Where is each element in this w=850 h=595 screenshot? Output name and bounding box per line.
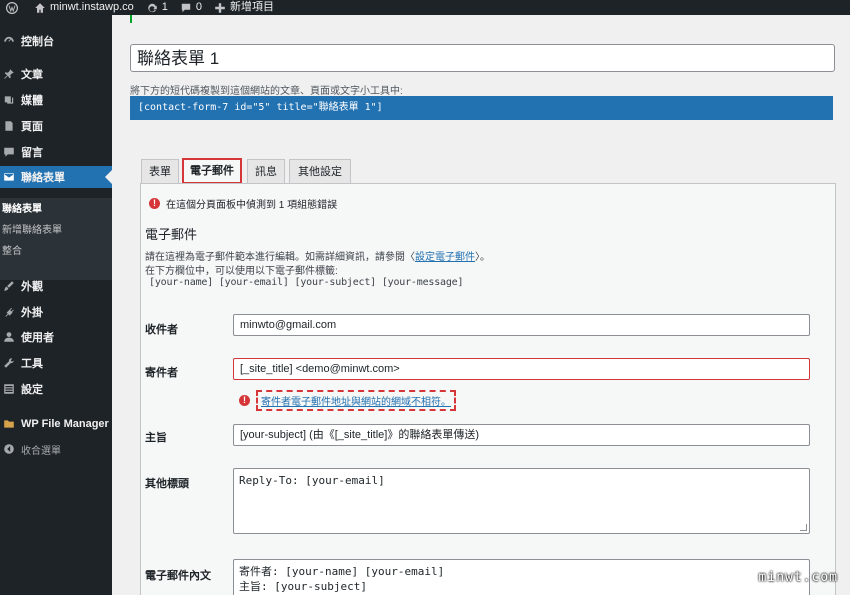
mail-panel: ! 在這個分頁面板中偵測到 1 項組態錯誤 電子郵件 請在這裡為電子郵件範本進行… — [140, 183, 836, 595]
plus-icon — [215, 2, 225, 13]
new-content-link[interactable]: 新增項目 — [208, 0, 280, 15]
body-line: 寄件者: [your-name] [your-email] — [239, 565, 445, 578]
sidebar-item-label: 收合選單 — [21, 445, 61, 457]
resize-handle[interactable] — [800, 524, 807, 531]
tab-form[interactable]: 表單 — [141, 159, 179, 184]
sidebar-item-posts[interactable]: 文章 — [0, 63, 112, 85]
brush-icon — [4, 281, 14, 291]
sidebar-item-label: 文章 — [21, 69, 43, 81]
shortcode-field[interactable]: [contact-form-7 id="5" title="聯絡表單 1"] — [130, 96, 833, 120]
sidebar-item-dashboard[interactable]: 控制台 — [0, 30, 112, 52]
from-error-text[interactable]: 寄件者電子郵件地址與網站的網域不相符。 — [261, 397, 451, 408]
sidebar-item-label: 設定 — [21, 384, 43, 396]
sidebar-item-plugins[interactable]: 外掛 — [0, 301, 112, 323]
sidebar-item-label: 控制台 — [21, 36, 54, 48]
sidebar-item-pages[interactable]: 頁面 — [0, 115, 112, 137]
user-icon — [4, 332, 14, 342]
new-label: 新增項目 — [230, 1, 275, 13]
from-field[interactable]: [_site_title] <demo@minwt.com> — [233, 358, 810, 380]
media-icon — [4, 96, 14, 104]
sidebar-item-label: 媒體 — [21, 95, 43, 107]
mail-icon — [4, 173, 14, 181]
updates-count: 1 — [161, 1, 168, 13]
settings-icon — [4, 384, 14, 394]
headers-text: Reply-To: [your-email] — [239, 474, 385, 487]
plugin-icon — [5, 306, 14, 317]
sidebar-item-label: 使用者 — [21, 332, 54, 344]
sidebar-item-users[interactable]: 使用者 — [0, 326, 112, 348]
body-textarea[interactable]: 寄件者: [your-name] [your-email] 主旨: [your-… — [233, 559, 810, 595]
mail-tags: [your-name] [your-email] [your-subject] … — [149, 277, 464, 288]
submenu-item-integration[interactable]: 整合 — [2, 242, 22, 257]
sidebar-item-media[interactable]: 媒體 — [0, 89, 112, 111]
collapse-icon — [4, 444, 14, 454]
body-label: 電子郵件內文 — [145, 570, 211, 582]
collapse-menu-button[interactable]: 收合選單 — [0, 438, 112, 460]
wp-logo-button[interactable] — [0, 0, 28, 15]
setup-mail-link[interactable]: 設定電子郵件 — [415, 252, 475, 263]
updates-link[interactable]: 1 — [140, 0, 174, 15]
pin-icon — [4, 69, 14, 79]
sidebar-item-label: WP File Manager — [21, 418, 109, 430]
sidebar-item-label: 外觀 — [21, 281, 43, 293]
error-icon: ! — [149, 198, 160, 209]
subject-field[interactable]: [your-subject] (由《[_site_title]》的聯絡表單傳送) — [233, 424, 810, 446]
contact-submenu: 聯絡表單 新增聯絡表單 整合 — [0, 198, 112, 280]
from-label: 寄件者 — [145, 367, 178, 379]
from-error-highlight: 寄件者電子郵件地址與網站的網域不相符。 — [256, 390, 456, 411]
site-name: minwt.instawp.co — [50, 1, 134, 13]
folder-icon — [4, 420, 14, 428]
comment-icon — [4, 147, 14, 157]
submenu-item-forms[interactable]: 聯絡表單 — [2, 200, 42, 215]
subject-label: 主旨 — [145, 432, 167, 444]
headers-label: 其他標頭 — [145, 478, 189, 490]
desc-text-end: 〉。 — [475, 252, 490, 263]
refresh-icon — [148, 3, 157, 12]
admin-bar: minwt.instawp.co 1 0 新增項目 — [0, 0, 850, 15]
mail-tags-description: 在下方欄位中，可以使用以下電子郵件標籤: — [145, 266, 338, 277]
tab-mail[interactable]: 電子郵件 — [182, 158, 242, 184]
notice-bar — [130, 15, 132, 23]
body-line: 主旨: [your-subject] — [239, 580, 367, 593]
watermark: minwt.com — [758, 570, 838, 585]
main-content: 聯絡表單 1 將下方的短代碼複製到這個網站的文章、頁面或文字小工具中: [con… — [112, 15, 850, 595]
sidebar-item-tools[interactable]: 工具 — [0, 352, 112, 374]
sidebar-item-appearance[interactable]: 外觀 — [0, 275, 112, 297]
from-error-notice: ! 寄件者電子郵件地址與網站的網域不相符。 — [239, 390, 456, 411]
wrench-icon — [4, 358, 14, 368]
dashboard-icon — [4, 36, 14, 42]
submenu-item-add-new[interactable]: 新增聯絡表單 — [2, 221, 62, 236]
sidebar-item-label: 留言 — [21, 147, 43, 159]
wordpress-icon — [6, 1, 18, 14]
home-icon — [35, 2, 45, 13]
sidebar-item-settings[interactable]: 設定 — [0, 378, 112, 400]
form-title-input[interactable]: 聯絡表單 1 — [130, 44, 835, 72]
sidebar-item-label: 工具 — [21, 358, 43, 370]
sidebar-item-label: 頁面 — [21, 121, 43, 133]
admin-sidebar: 控制台 文章 媒體 頁面 留言 聯絡表單 聯絡表單 新增聯絡表單 整合 外觀 外… — [0, 15, 112, 595]
headers-textarea[interactable]: Reply-To: [your-email] — [233, 468, 810, 534]
config-error-notice: ! 在這個分頁面板中偵測到 1 項組態錯誤 — [149, 196, 337, 211]
sidebar-item-label: 聯絡表單 — [21, 172, 65, 184]
error-icon: ! — [239, 395, 250, 406]
tab-additional-settings[interactable]: 其他設定 — [289, 159, 351, 184]
sidebar-item-label: 外掛 — [21, 307, 43, 319]
config-error-text: 在這個分頁面板中偵測到 1 項組態錯誤 — [166, 200, 338, 211]
comments-count: 0 — [195, 1, 203, 13]
comment-bubble-icon — [181, 3, 191, 12]
mail-description: 請在這裡為電子郵件範本進行編輯。如需詳細資訊，請參閱〈設定電子郵件〉。 — [145, 248, 490, 263]
tab-messages[interactable]: 訊息 — [247, 159, 285, 184]
page-icon — [5, 121, 13, 131]
sidebar-item-comments[interactable]: 留言 — [0, 141, 112, 163]
sidebar-item-contact[interactable]: 聯絡表單 — [0, 166, 112, 188]
section-title: 電子郵件 — [145, 227, 198, 242]
to-label: 收件者 — [145, 324, 178, 336]
sidebar-item-file-manager[interactable]: WP File Manager — [0, 413, 112, 435]
comments-link[interactable]: 0 — [174, 0, 208, 15]
site-name-link[interactable]: minwt.instawp.co — [28, 0, 140, 15]
to-field[interactable]: minwto@gmail.com — [233, 314, 810, 336]
shortcode-description: 將下方的短代碼複製到這個網站的文章、頁面或文字小工具中: — [130, 86, 403, 97]
